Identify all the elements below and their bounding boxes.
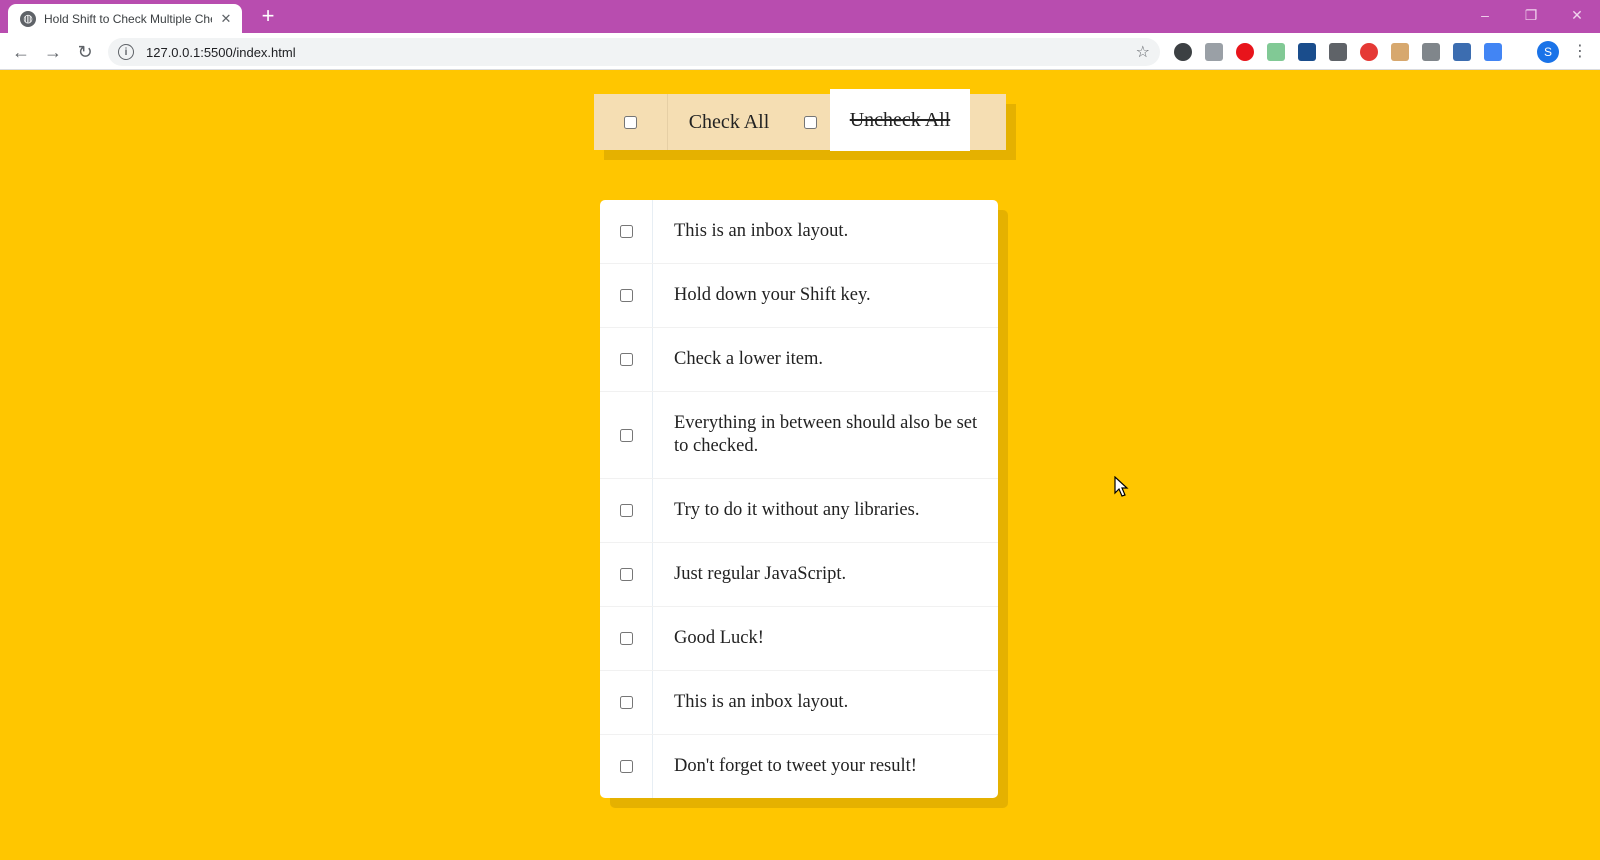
tab-strip: ◍ Hold Shift to Check Multiple Che ✕ + –… (0, 0, 1600, 33)
item-text: Hold down your Shift key. (674, 285, 871, 305)
ext-box-icon[interactable] (1391, 43, 1409, 61)
item-checkbox[interactable] (619, 225, 633, 238)
ext-red-icon[interactable] (1360, 43, 1378, 61)
check-all-checkbox[interactable] (624, 115, 637, 129)
url-input[interactable] (144, 43, 1136, 61)
address-bar[interactable]: i ☆ (108, 38, 1160, 66)
back-icon[interactable]: ← (7, 38, 35, 66)
uncheck-all-button[interactable]: Uncheck All (830, 89, 970, 151)
list-item: This is an inbox layout. (600, 671, 998, 735)
item-checkbox[interactable] (619, 428, 633, 442)
browser-toolbar: ← → ↻ i ☆ S ⋮ (0, 33, 1600, 70)
list-item: Don't forget to tweet your result! (600, 735, 998, 798)
item-checkbox[interactable] (619, 568, 633, 581)
close-window-button[interactable]: ✕ (1554, 0, 1600, 30)
ext-w-icon[interactable] (1205, 43, 1223, 61)
item-checkbox[interactable] (619, 632, 633, 645)
restore-button[interactable]: ❐ (1508, 0, 1554, 30)
ext-monitor-icon[interactable] (1453, 43, 1471, 61)
list-item: Hold down your Shift key. (600, 264, 998, 328)
new-tab-button[interactable]: + (256, 5, 280, 29)
list-item: Good Luck! (600, 607, 998, 671)
check-controls: Check All Uncheck All (594, 89, 1006, 151)
item-checkbox[interactable] (619, 696, 633, 709)
uncheck-all-checkbox-cell (790, 94, 830, 150)
item-checkbox[interactable] (619, 289, 633, 302)
list-item: Check a lower item. (600, 328, 998, 392)
profile-avatar[interactable]: S (1537, 41, 1559, 63)
item-text: Try to do it without any libraries. (674, 500, 920, 520)
item-text: This is an inbox layout. (674, 692, 849, 712)
check-all-label[interactable]: Check All (668, 111, 790, 134)
item-checkbox[interactable] (619, 504, 633, 517)
inbox-list: This is an inbox layout. Hold down your … (600, 200, 998, 798)
ext-pen-icon[interactable] (1484, 43, 1502, 61)
ext-opera-icon[interactable] (1236, 43, 1254, 61)
minimize-button[interactable]: – (1462, 0, 1508, 30)
bookmark-star-icon[interactable]: ☆ (1136, 42, 1150, 62)
uncheck-all-checkbox[interactable] (804, 115, 817, 129)
list-item: Everything in between should also be set… (600, 392, 998, 479)
globe-icon: ◍ (20, 10, 36, 27)
list-item: Just regular JavaScript. (600, 543, 998, 607)
browser-tab[interactable]: ◍ Hold Shift to Check Multiple Che ✕ (8, 4, 242, 33)
ext-camera-icon[interactable] (1422, 43, 1440, 61)
mouse-cursor-icon (1114, 476, 1129, 497)
item-text: Just regular JavaScript. (674, 564, 847, 584)
list-item: This is an inbox layout. (600, 200, 998, 264)
forward-icon[interactable]: → (39, 38, 67, 66)
item-text: Everything in between should also be set… (674, 413, 978, 456)
reload-icon[interactable]: ↻ (71, 38, 99, 66)
tab-title: Hold Shift to Check Multiple Che (44, 11, 212, 26)
item-text: Check a lower item. (674, 349, 823, 369)
close-tab-icon[interactable]: ✕ (218, 11, 234, 27)
ext-facebook-icon[interactable] (1329, 43, 1347, 61)
ext-cloud-icon[interactable] (1174, 43, 1192, 61)
ext-mail-icon[interactable] (1267, 43, 1285, 61)
item-text: This is an inbox layout. (674, 221, 849, 241)
list-item: Try to do it without any libraries. (600, 479, 998, 543)
item-checkbox[interactable] (619, 760, 633, 773)
item-checkbox[interactable] (619, 353, 633, 366)
ext-ut-icon[interactable] (1298, 43, 1316, 61)
kebab-menu-icon[interactable]: ⋮ (1570, 41, 1590, 63)
info-icon[interactable]: i (118, 44, 134, 60)
item-text: Good Luck! (674, 628, 764, 648)
item-text: Don't forget to tweet your result! (674, 756, 917, 776)
check-all-checkbox-cell (594, 94, 668, 150)
